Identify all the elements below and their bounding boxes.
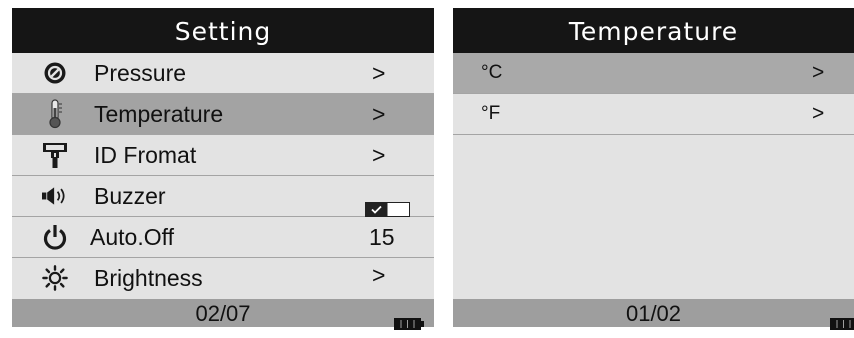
- unit-item-fahrenheit[interactable]: °F >: [453, 94, 854, 135]
- sun-icon: [42, 265, 68, 291]
- page-number: 01/02: [625, 301, 682, 326]
- settings-title: Setting: [12, 8, 434, 53]
- power-icon: [42, 224, 68, 250]
- menu-item-brightness[interactable]: Brightness >: [12, 258, 434, 298]
- page-number: 02/07: [195, 301, 251, 326]
- menu-item-arrow: >: [372, 142, 386, 168]
- auto-off-value: 15: [369, 224, 395, 250]
- unit-arrow: >: [812, 102, 825, 125]
- unit-label: °C: [481, 62, 503, 83]
- menu-item-auto-off[interactable]: Auto.Off 15: [12, 217, 434, 258]
- temperature-screen: Temperature °C > °F > 01/02: [453, 8, 854, 330]
- menu-item-label: ID Fromat: [94, 142, 197, 168]
- page-indicator-bar: 02/07: [12, 299, 434, 330]
- battery-icon: [830, 308, 854, 338]
- menu-item-label: Buzzer: [94, 183, 166, 209]
- menu-item-arrow: >: [372, 101, 386, 127]
- temperature-title: Temperature: [453, 8, 854, 53]
- menu-item-arrow: >: [372, 262, 386, 288]
- unit-item-celsius[interactable]: °C >: [453, 53, 854, 94]
- menu-item-label: Auto.Off: [90, 224, 174, 250]
- menu-item-arrow: >: [372, 60, 386, 86]
- menu-item-label: Temperature: [94, 101, 224, 127]
- valve-icon: [42, 142, 68, 168]
- unit-arrow: >: [812, 61, 825, 84]
- menu-item-id-format[interactable]: ID Fromat >: [12, 135, 434, 176]
- gauge-icon: [42, 60, 68, 86]
- menu-item-label: Pressure: [94, 60, 187, 86]
- unit-label: °F: [481, 103, 501, 124]
- speaker-icon: [42, 183, 68, 209]
- menu-item-buzzer[interactable]: Buzzer: [12, 176, 434, 217]
- menu-item-temperature[interactable]: Temperature >: [12, 94, 434, 135]
- menu-item-pressure[interactable]: Pressure >: [12, 53, 434, 94]
- settings-screen: Setting Pressure > Temperature > ID From…: [12, 8, 434, 330]
- thermometer-icon: [42, 99, 68, 129]
- menu-item-label: Brightness: [94, 265, 203, 291]
- page-indicator-bar: 01/02: [453, 299, 854, 330]
- battery-icon: [394, 308, 424, 338]
